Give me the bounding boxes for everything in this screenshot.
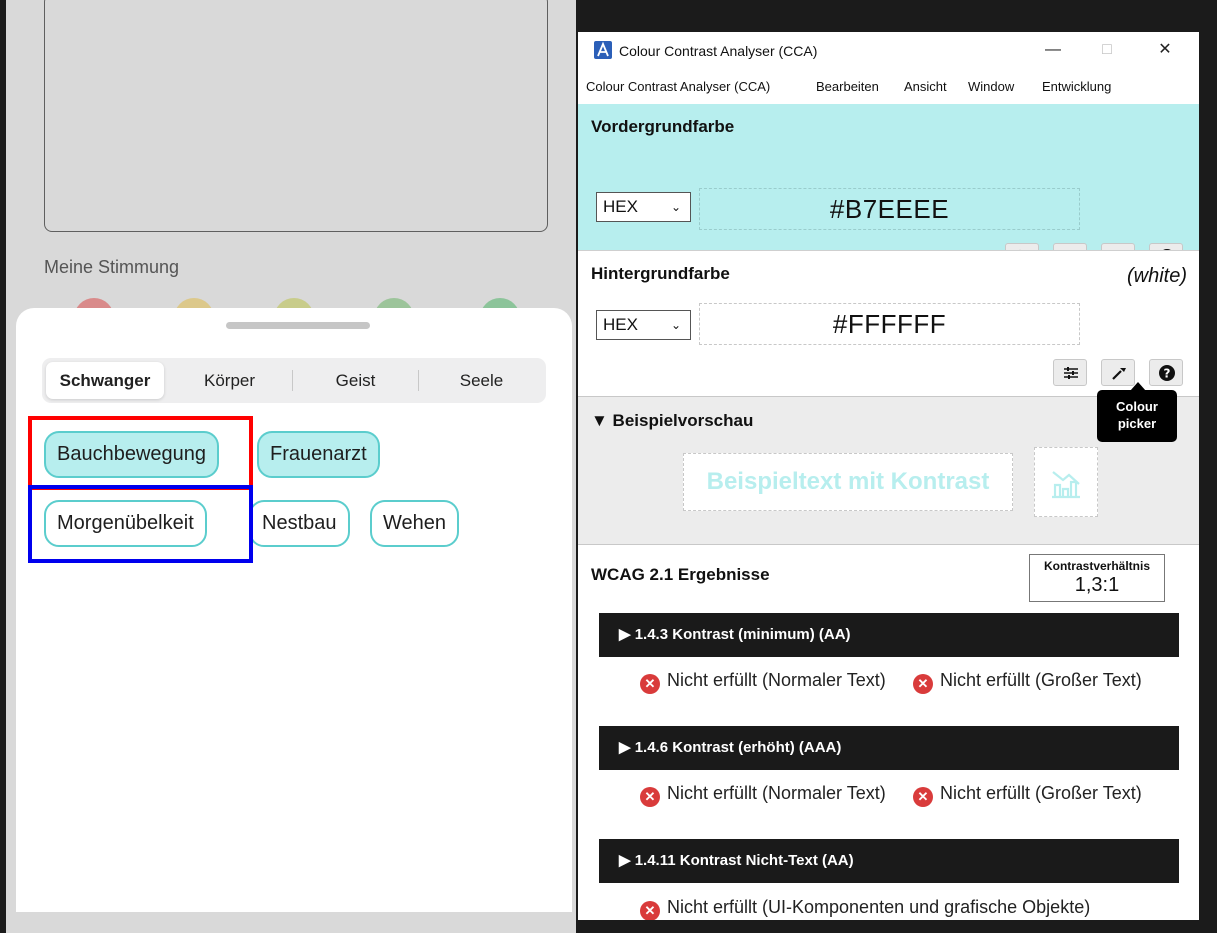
eyedropper-icon: [1112, 368, 1126, 380]
bottom-sheet: Schwanger Körper Geist Seele Bauchbewegu…: [16, 308, 572, 912]
mood-label: Meine Stimmung: [44, 257, 180, 277]
foreground-section: Vordergrundfarbe HEX ⌄ #B7EEEE ?: [578, 104, 1199, 270]
result-1-4-3-large: ✕ Nicht erfüllt (Großer Text): [913, 669, 1193, 694]
menu-ansicht[interactable]: Ansicht: [904, 79, 947, 94]
result-1-4-6-normal: ✕ Nicht erfüllt (Normaler Text): [640, 782, 890, 807]
svg-text:?: ?: [1164, 367, 1171, 381]
menu-app[interactable]: Colour Contrast Analyser (CCA): [586, 79, 770, 94]
background-help-button[interactable]: ?: [1149, 359, 1183, 386]
criterion-1-4-6-toggle[interactable]: ▶ 1.4.6 Kontrast (erhöht) (AAA): [599, 726, 1179, 770]
preview-toggle[interactable]: ▼ Beispielvorschau: [591, 411, 753, 431]
preview-graphic-box: [1034, 447, 1098, 517]
chip-frauenarzt[interactable]: Frauenarzt: [257, 431, 380, 478]
background-colour-name: (white): [1126, 265, 1187, 287]
menu-bearbeiten[interactable]: Bearbeiten: [816, 79, 879, 94]
result-text: Nicht erfüllt (Normaler Text): [667, 783, 886, 803]
phone-app-screen: Meine Stimmung Schwanger Körper Geist Se…: [6, 0, 576, 933]
tooltip-line-1: Colour: [1116, 399, 1158, 414]
background-adjust-button[interactable]: [1053, 359, 1087, 386]
chip-nestbau[interactable]: Nestbau: [249, 500, 350, 547]
result-1-4-11-ui: ✕ Nicht erfüllt (UI-Komponenten und grafi…: [640, 896, 1190, 920]
foreground-title: Vordergrundfarbe: [591, 117, 735, 136]
fail-icon: ✕: [640, 787, 660, 807]
background-format-value: HEX: [603, 315, 638, 334]
foreground-format-select[interactable]: HEX ⌄: [596, 192, 691, 222]
menu-entwicklung[interactable]: Entwicklung: [1042, 79, 1111, 94]
menu-window[interactable]: Window: [968, 79, 1014, 94]
result-1-4-6-large: ✕ Nicht erfüllt (Großer Text): [913, 782, 1193, 807]
maximize-button[interactable]: □: [1095, 38, 1119, 62]
background-hex-input[interactable]: #FFFFFF: [699, 303, 1080, 345]
chevron-down-icon: ⌄: [670, 200, 681, 214]
background-format-select[interactable]: HEX ⌄: [596, 310, 691, 340]
result-text: Nicht erfüllt (UI-Komponenten und grafis…: [667, 897, 1091, 917]
chart-icon: [1052, 471, 1080, 499]
fail-icon: ✕: [913, 674, 933, 694]
colour-picker-tooltip: Colour picker: [1097, 390, 1177, 442]
contrast-ratio-value: 1,3:1: [1074, 574, 1120, 596]
preview-sample-text: Beispieltext mit Kontrast: [683, 453, 1013, 511]
results-section: WCAG 2.1 Ergebnisse Kontrastverhältnis 1…: [578, 544, 1199, 920]
contrast-ratio-box: Kontrastverhältnis 1,3:1: [1029, 554, 1165, 602]
help-icon: ?: [1159, 365, 1175, 381]
fail-icon: ✕: [913, 787, 933, 807]
criterion-1-4-3-toggle[interactable]: ▶ 1.4.3 Kontrast (minimum) (AA): [599, 613, 1179, 657]
window-title: Colour Contrast Analyser (CCA): [619, 43, 818, 59]
result-text: Nicht erfüllt (Großer Text): [940, 783, 1142, 803]
red-highlight-box: [28, 416, 253, 490]
title-bar[interactable]: Colour Contrast Analyser (CCA) — □ ✕: [578, 32, 1199, 68]
result-text: Nicht erfüllt (Normaler Text): [667, 670, 886, 690]
tab-schwanger[interactable]: Schwanger: [46, 362, 164, 399]
sheet-drag-handle[interactable]: [226, 322, 370, 329]
chip-wehen[interactable]: Wehen: [370, 500, 460, 547]
results-title: WCAG 2.1 Ergebnisse: [591, 565, 770, 584]
background-title: Hintergrundfarbe: [591, 264, 730, 283]
category-segmented-control: Schwanger Körper Geist Seele: [42, 358, 546, 403]
tab-koerper[interactable]: Körper: [167, 362, 292, 399]
cca-app-icon: [594, 41, 612, 59]
fail-icon: ✕: [640, 674, 660, 694]
contrast-ratio-label: Kontrastverhältnis: [1043, 559, 1151, 573]
foreground-format-value: HEX: [603, 197, 638, 216]
criterion-1-4-11-toggle[interactable]: ▶ 1.4.11 Kontrast Nicht-Text (AA): [599, 839, 1179, 883]
tab-seele[interactable]: Seele: [419, 362, 544, 399]
fail-icon: ✕: [640, 901, 660, 920]
cca-window: Colour Contrast Analyser (CCA) — □ ✕ Col…: [578, 32, 1199, 920]
sliders-icon: [1064, 367, 1078, 379]
result-text: Nicht erfüllt (Großer Text): [940, 670, 1142, 690]
tab-geist[interactable]: Geist: [293, 362, 418, 399]
blue-highlight-box: [28, 485, 253, 563]
result-1-4-3-normal: ✕ Nicht erfüllt (Normaler Text): [640, 669, 890, 694]
tooltip-line-2: picker: [1117, 416, 1157, 431]
menu-bar: Colour Contrast Analyser (CCA) Bearbeite…: [578, 68, 1199, 104]
close-button[interactable]: ✕: [1153, 38, 1177, 62]
note-text-area[interactable]: [44, 0, 548, 232]
background-section: Hintergrundfarbe (white) HEX ⌄ #FFFFFF ?: [578, 250, 1199, 396]
minimize-button[interactable]: —: [1041, 38, 1065, 62]
chevron-down-icon: ⌄: [670, 318, 681, 332]
foreground-hex-input[interactable]: #B7EEEE: [699, 188, 1080, 230]
